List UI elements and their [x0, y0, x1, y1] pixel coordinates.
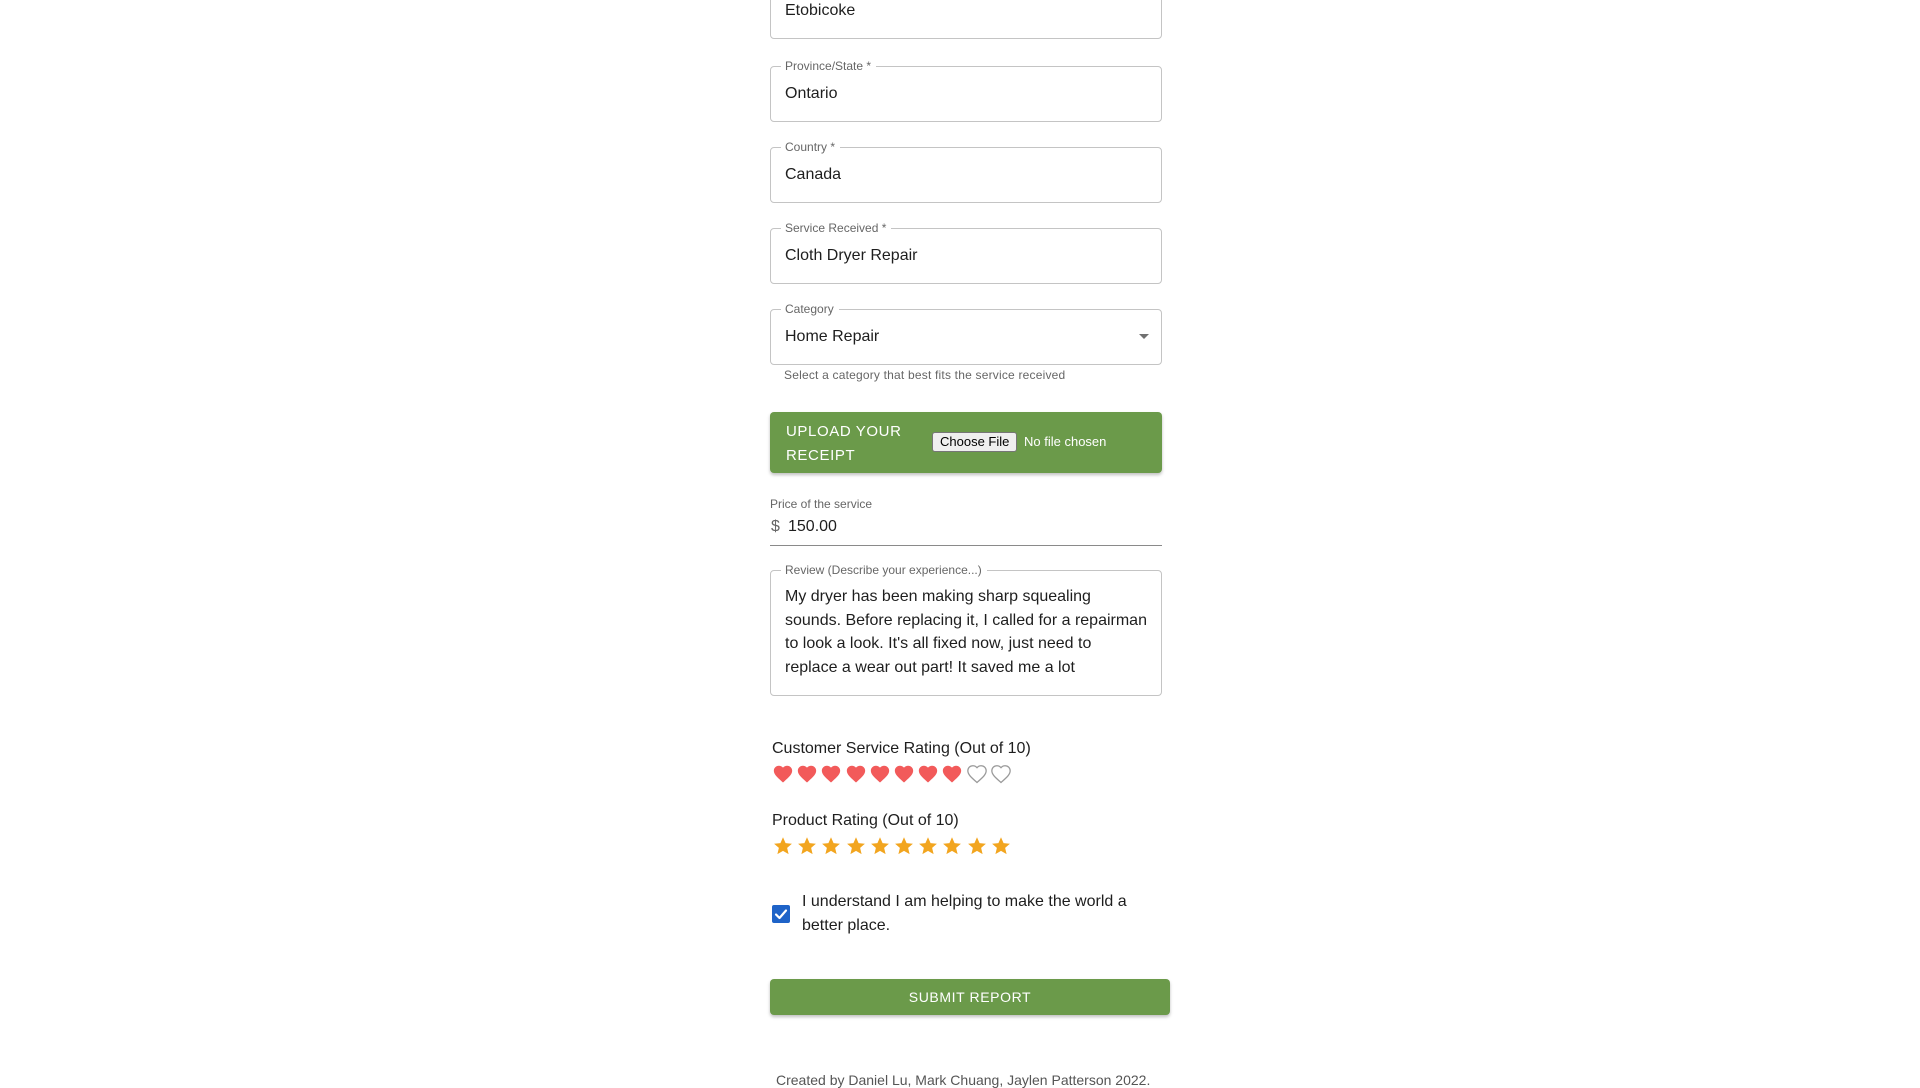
province-field[interactable]: Province/State * Ontario [770, 58, 1162, 122]
heart-icon [798, 765, 817, 783]
service-received-value: Cloth Dryer Repair [785, 247, 918, 264]
star-icon [870, 837, 889, 855]
heart-filled-8[interactable] [940, 762, 964, 786]
review-text: My dryer has been making sharp squealing… [785, 588, 1147, 676]
heart-empty-9[interactable] [965, 762, 989, 786]
price-input[interactable]: $ 150.00 [770, 514, 1162, 546]
city-value: Etobicoke [785, 2, 856, 19]
star-icon [774, 837, 792, 855]
heart-icon [773, 765, 793, 783]
heart-filled-3[interactable] [819, 762, 843, 786]
heart-icon [870, 765, 889, 783]
heart-empty-10[interactable] [989, 762, 1013, 786]
choose-file-button[interactable]: Choose File [932, 432, 1018, 452]
submit-report-button[interactable]: SUBMIT REPORT [770, 979, 1170, 1015]
star-icon [895, 837, 913, 855]
country-field[interactable]: Country * Canada [770, 139, 1162, 203]
dropdown-arrow-icon[interactable] [1139, 334, 1149, 339]
heart-icon [894, 765, 914, 783]
review-label: Review (Describe your experience...) [781, 562, 987, 578]
category-helper-text: Select a category that best fits the ser… [784, 368, 1066, 382]
star-icon [822, 837, 841, 855]
heart-filled-5[interactable] [868, 762, 892, 786]
heart-icon [990, 765, 1011, 784]
star-icon [846, 837, 865, 855]
heart-icon [966, 765, 987, 784]
heart-icon [943, 765, 962, 783]
price-value: 150.00 [788, 518, 837, 535]
city-field[interactable]: Etobicoke [770, 0, 1162, 39]
province-value: Ontario [785, 85, 838, 102]
star-icon [943, 837, 962, 855]
service-received-field[interactable]: Service Received * Cloth Dryer Repair [770, 220, 1162, 284]
review-textarea[interactable]: Review (Describe your experience...) My … [770, 562, 1162, 696]
product-rating[interactable] [771, 834, 1013, 858]
checkmark-icon [774, 909, 788, 920]
star-filled-5[interactable] [868, 834, 892, 858]
star-icon [991, 837, 1010, 855]
agreement-checkbox[interactable] [772, 905, 790, 923]
star-filled-4[interactable] [844, 834, 868, 858]
heart-filled-2[interactable] [795, 762, 819, 786]
customer-service-rating-title: Customer Service Rating (Out of 10) [772, 740, 1031, 757]
star-icon [919, 837, 938, 855]
star-filled-6[interactable] [892, 834, 916, 858]
star-filled-8[interactable] [940, 834, 964, 858]
star-filled-7[interactable] [916, 834, 940, 858]
category-select[interactable]: Category Home Repair [770, 301, 1162, 365]
price-label: Price of the service [770, 497, 873, 511]
category-value: Home Repair [785, 328, 880, 345]
heart-filled-4[interactable] [844, 762, 868, 786]
heart-icon [918, 765, 938, 783]
star-filled-2[interactable] [795, 834, 819, 858]
heart-filled-6[interactable] [892, 762, 916, 786]
star-filled-9[interactable] [965, 834, 989, 858]
heart-icon [822, 765, 841, 783]
heart-filled-7[interactable] [916, 762, 940, 786]
upload-receipt-label: UPLOAD YOUR RECEIPT [786, 423, 902, 464]
customer-service-rating[interactable] [771, 762, 1013, 786]
file-status-text: No file chosen [1024, 434, 1107, 449]
product-rating-title: Product Rating (Out of 10) [772, 812, 959, 829]
star-icon [967, 837, 986, 855]
heart-icon [846, 765, 865, 783]
heart-filled-1[interactable] [771, 762, 795, 786]
star-filled-1[interactable] [771, 834, 795, 858]
footer-credits: Created by Daniel Lu, Mark Chuang, Jayle… [776, 1072, 1151, 1088]
agreement-row: I understand I am helping to make the wo… [770, 888, 1162, 938]
agreement-text: I understand I am helping to make the wo… [802, 893, 1127, 934]
country-value: Canada [785, 166, 842, 183]
star-filled-10[interactable] [989, 834, 1013, 858]
star-icon [798, 837, 817, 855]
star-filled-3[interactable] [819, 834, 843, 858]
currency-symbol: $ [771, 518, 780, 535]
upload-receipt-bar: UPLOAD YOUR RECEIPT Choose File No file … [770, 412, 1162, 473]
